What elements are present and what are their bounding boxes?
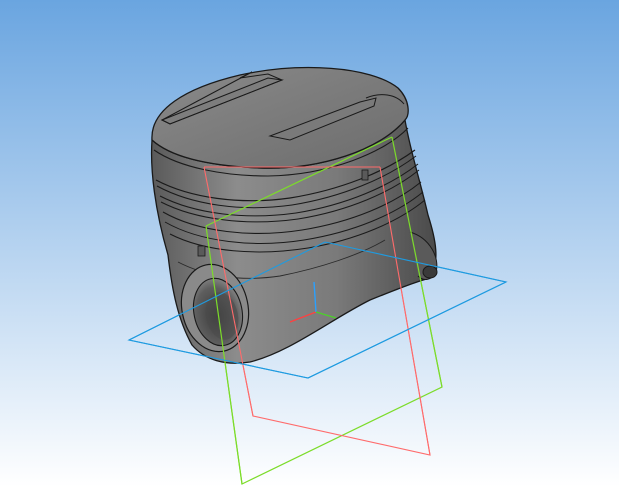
viewport-canvas[interactable] xyxy=(0,0,619,487)
3d-viewport[interactable] xyxy=(0,0,619,487)
ring-notch-left xyxy=(197,245,206,257)
ring-notch-right xyxy=(361,169,369,181)
pin-hole-right xyxy=(422,265,438,279)
